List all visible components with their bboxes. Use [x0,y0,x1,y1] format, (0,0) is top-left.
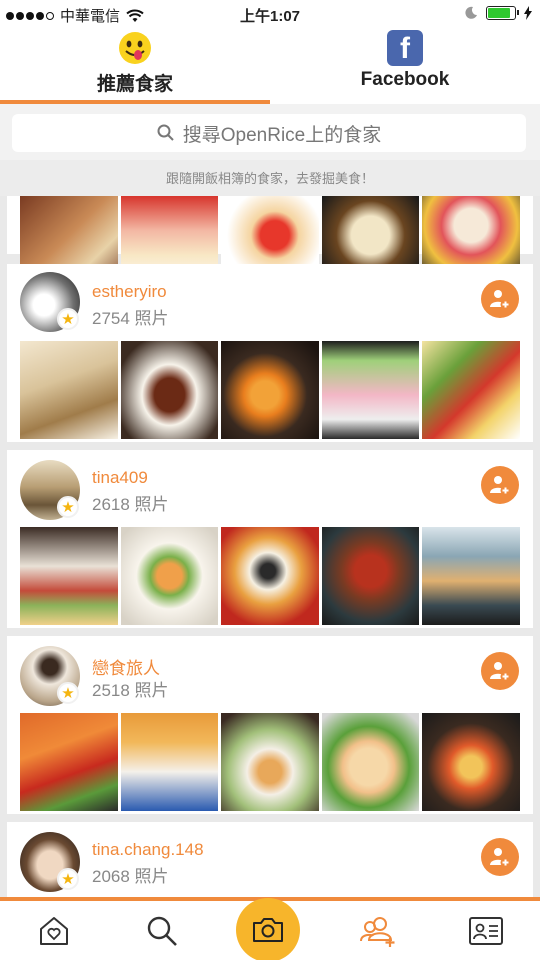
star-badge-icon: ★ [57,496,79,518]
user-card-partial [7,196,533,294]
nav-profile-button[interactable] [432,901,540,960]
user-card: ★ estheryiro 2754 照片 [7,264,533,442]
add-user-icon [360,916,395,947]
food-photo[interactable] [120,527,219,625]
user-card: ★ tina409 2618 照片 [7,450,533,628]
food-photo[interactable] [120,713,219,811]
status-time: 上午1:07 [239,8,301,25]
add-user-icon [490,290,511,310]
food-photo[interactable] [221,341,319,439]
username[interactable]: tina409 [92,468,148,488]
photo-strip [20,527,520,625]
tab-facebook[interactable]: f Facebook [270,30,540,104]
nav-search-button[interactable] [108,901,216,960]
food-photo[interactable] [422,341,520,439]
camera-icon [253,918,283,942]
photo-count: 2618 照片 [92,495,169,514]
camera-button[interactable] [236,898,300,960]
user-feed[interactable]: ★ estheryiro 2754 照片 ★ tina409 2618 照片 ★… [0,196,540,897]
food-photo[interactable] [422,713,520,811]
food-photo[interactable] [221,713,319,811]
food-photo[interactable] [321,713,420,811]
search-area: 搜尋OpenRice上的食家 [0,104,540,160]
facebook-logo-icon: f [387,30,423,66]
star-badge-icon: ★ [57,868,79,890]
battery-icon [486,6,519,20]
follow-user-button[interactable] [481,838,519,876]
tab-recommended-label: 推薦食家 [96,74,173,95]
follow-user-button[interactable] [481,652,519,690]
user-card: ★ 戀食旅人 2518 照片 [7,636,533,814]
emoji-tongue-icon [119,32,151,64]
food-photo[interactable] [422,527,520,625]
home-heart-icon [40,916,68,945]
photo-strip [20,713,520,811]
star-badge-icon: ★ [57,682,79,704]
search-placeholder: 搜尋OpenRice上的食家 [182,124,382,146]
follow-user-button[interactable] [481,466,519,504]
food-photo[interactable] [120,341,219,439]
nav-add-user-button[interactable] [324,901,432,960]
search-input[interactable]: 搜尋OpenRice上的食家 [12,114,526,152]
photo-count: 2518 照片 [92,681,169,700]
add-user-icon [490,476,511,496]
food-photo[interactable] [20,713,118,811]
username[interactable]: tina.chang.148 [92,840,204,860]
food-photo[interactable] [321,341,420,439]
charging-icon [524,6,532,20]
status-bar: 中華電信 上午1:07 [0,0,540,30]
add-user-icon [490,848,511,868]
moon-icon [465,6,477,19]
search-icon [147,916,177,946]
photo-count: 2754 照片 [92,309,169,328]
follow-user-button[interactable] [481,280,519,318]
food-photo[interactable] [221,527,319,625]
search-icon [157,124,174,141]
star-badge-icon: ★ [57,308,79,330]
food-photo[interactable] [321,527,420,625]
profile-card-icon [469,916,503,945]
top-tabs: 推薦食家 f Facebook [0,30,540,104]
add-user-icon [490,662,511,682]
username[interactable]: estheryiro [92,282,167,302]
hint-text: 跟隨開飯相簿的食家，去發掘美食！ [0,160,540,196]
photo-count: 2068 照片 [92,867,169,886]
tab-facebook-label: Facebook [360,69,450,90]
photo-strip [20,341,520,439]
status-right [464,6,532,20]
nav-home-button[interactable] [0,901,108,960]
tab-recommended[interactable]: 推薦食家 [0,30,270,104]
food-photo[interactable] [20,341,118,439]
food-photo[interactable] [20,527,118,625]
user-card: ★ tina.chang.148 2068 照片 [7,822,533,897]
